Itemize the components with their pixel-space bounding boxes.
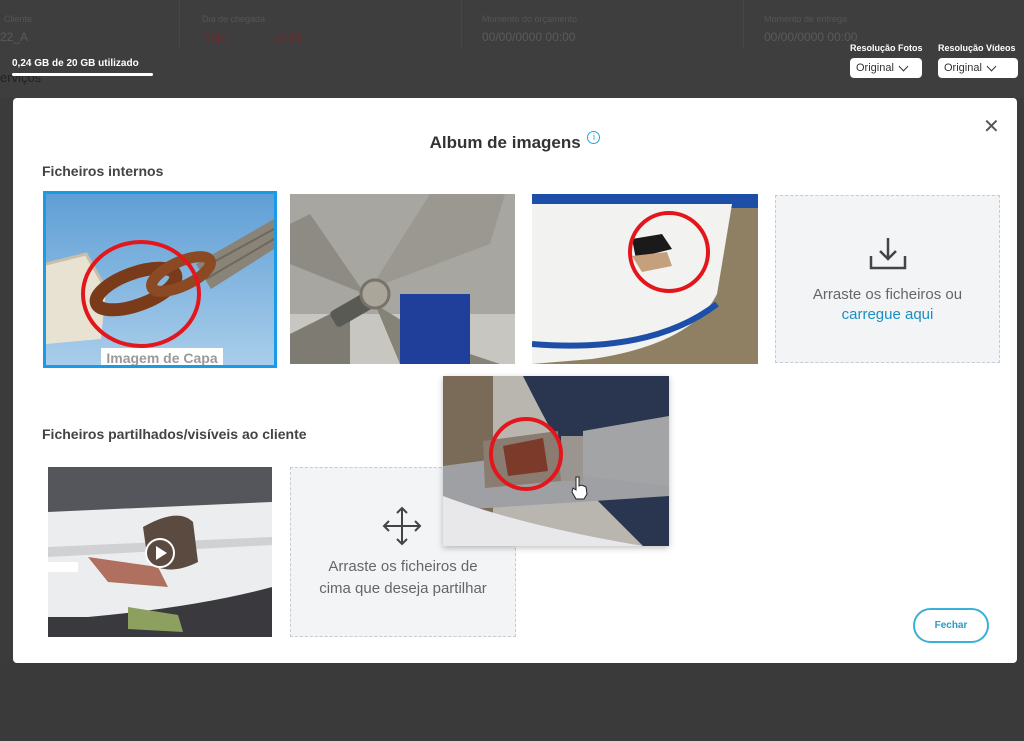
close-icon[interactable]: ✕: [983, 114, 1000, 139]
image-thumbnail-chain[interactable]: Imagem de Capa: [43, 191, 277, 368]
video-resolution-label: Resolução Vídeos: [938, 43, 1016, 53]
storage-usage-bar: [12, 73, 153, 76]
background-value: 00/00/0000 00:00: [764, 30, 858, 44]
background-label: Cliente: [4, 14, 33, 24]
chain-photo: [46, 194, 274, 365]
boat-hull-photo: [532, 194, 758, 364]
shared-files-title: Ficheiros partilhados/visíveis ao client…: [42, 426, 307, 442]
video-thumbnail-damaged-boat[interactable]: [48, 467, 272, 637]
background-footer: [0, 663, 1024, 741]
chevron-down-icon: [898, 61, 909, 71]
background-value: Hoje: [202, 30, 227, 44]
download-tray-icon: [869, 238, 907, 270]
background-label: Dia de chegada: [202, 14, 266, 24]
corroded-fitting-photo: [443, 376, 669, 546]
internal-files-title: Ficheiros internos: [42, 163, 164, 179]
upload-drop-zone[interactable]: Arraste os ficheiros ou carregue aqui: [775, 195, 1000, 363]
cover-image-label: Imagem de Capa: [101, 348, 223, 365]
storage-usage-text: 0,24 GB de 20 GB utilizado: [12, 58, 139, 69]
image-thumbnail-propeller[interactable]: [290, 194, 515, 364]
background-cell-budget: Momento do orçamento 00/00/0000 00:00: [462, 0, 744, 48]
background-cell-client: Cliente 22_A: [0, 0, 180, 48]
background-value-time: 19:13: [272, 30, 303, 44]
upload-instructions: Arraste os ficheiros ou: [812, 286, 963, 303]
damaged-boat-photo: [48, 467, 272, 637]
background-value: 22_A: [0, 30, 29, 44]
photo-resolution-label: Resolução Fotos: [850, 43, 923, 53]
info-icon[interactable]: i: [587, 131, 601, 144]
background-label: Momento do orçamento: [482, 14, 578, 24]
chevron-down-icon: [986, 61, 997, 71]
background-cell-arrival: Dia de chegada Hoje 19:13: [180, 0, 462, 48]
share-instructions-line2: cima que deseja partilhar: [319, 580, 487, 597]
modal-title: Album de imagens i: [13, 131, 1017, 153]
photo-resolution-value: Original: [856, 62, 894, 74]
upload-link[interactable]: carregue aqui: [776, 306, 999, 323]
close-button[interactable]: Fechar: [913, 608, 989, 643]
share-instructions-line1: Arraste os ficheiros de: [328, 558, 478, 575]
video-resolution-value: Original: [944, 62, 982, 74]
dragged-image-thumbnail[interactable]: [443, 376, 669, 546]
modal-title-text: Album de imagens: [429, 133, 581, 152]
photo-resolution-select[interactable]: Original: [850, 58, 922, 78]
move-arrows-icon: [382, 506, 422, 546]
background-cell-delivery: Momento de entrega 00/00/0000 00:00: [744, 0, 1024, 48]
share-text-block: Arraste os ficheiros de cima que deseja …: [291, 556, 515, 600]
background-value: 00/00/0000 00:00: [482, 30, 576, 44]
image-thumbnail-boat-hull[interactable]: [532, 194, 758, 364]
hand-cursor-icon: [571, 476, 588, 500]
upload-text-block: Arraste os ficheiros ou carregue aqui: [776, 284, 999, 323]
background-label: Momento de entrega: [764, 14, 848, 24]
video-resolution-select[interactable]: Original: [938, 58, 1018, 78]
propeller-photo: [290, 194, 515, 364]
